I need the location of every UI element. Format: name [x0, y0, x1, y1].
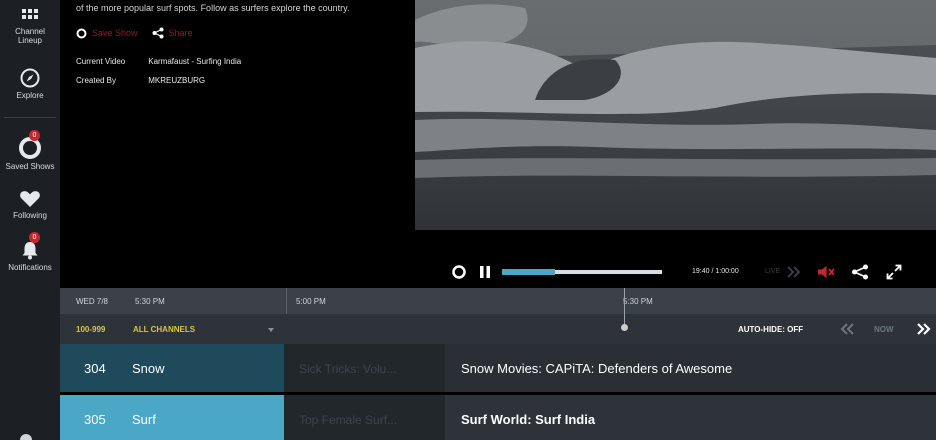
heart-icon	[20, 191, 40, 207]
now-marker	[621, 324, 628, 331]
time-tick	[286, 288, 287, 314]
show-actions: Save Show Share	[76, 27, 207, 39]
past-program[interactable]: Top Female Surf...	[284, 395, 445, 440]
guide-time-slot: 5:00 PM	[296, 297, 326, 306]
fast-forward-icon[interactable]	[917, 323, 931, 335]
video-frame[interactable]	[415, 0, 936, 230]
save-show-label: Save Show	[92, 28, 138, 38]
settings-icon[interactable]	[18, 432, 34, 440]
time-display: 19:40 / 1:00:00	[692, 268, 739, 275]
fullscreen-icon[interactable]	[886, 264, 902, 280]
guide-time-slot: 5:30 PM	[135, 297, 165, 306]
rewind-icon[interactable]	[840, 323, 854, 335]
current-program[interactable]: Snow Movies: CAPiTA: Defenders of Awesom…	[445, 344, 936, 392]
guide-date: WED 7/8	[76, 297, 109, 306]
saved-shows-badge: 0	[29, 130, 40, 141]
sidebar-item-label: Notifications	[8, 263, 52, 272]
row-divider	[60, 392, 936, 395]
mute-icon[interactable]	[817, 265, 837, 279]
progress-bar[interactable]	[502, 269, 662, 275]
channel-cell-surf[interactable]: 305 Surf	[60, 395, 284, 440]
pause-icon[interactable]	[479, 265, 491, 279]
share-icon[interactable]	[851, 264, 869, 280]
channel-cell-snow[interactable]: 304 Snow	[60, 344, 284, 392]
channel-name: Snow	[132, 361, 165, 376]
guide-time-slot: 5:30 PM	[623, 297, 653, 306]
progress-fill	[502, 269, 555, 275]
now-line	[624, 288, 625, 328]
chevron-down-icon[interactable]	[268, 328, 274, 332]
sidebar-item-label: Following	[13, 211, 47, 220]
current-video-label: Current Video	[76, 57, 126, 66]
sidebar-item-explore[interactable]: Explore	[0, 68, 60, 100]
current-video-value: Karmafaust - Surfing India	[148, 57, 242, 66]
channel-name: Surf	[132, 412, 156, 427]
grid-icon	[22, 9, 38, 19]
sidebar-divider	[4, 117, 56, 118]
now-button[interactable]: NOW	[874, 325, 894, 334]
sidebar-item-following[interactable]: Following	[0, 190, 60, 220]
live-button[interactable]: LIVE	[765, 268, 780, 275]
channel-range[interactable]: 100-999	[76, 325, 105, 334]
notifications-badge: 0	[29, 232, 40, 243]
save-show-button[interactable]: Save Show	[76, 28, 138, 39]
auto-hide-toggle[interactable]: AUTO-HIDE: OFF	[738, 325, 803, 334]
guide-time-bar: WED 7/8 5:30 PM 5:00 PM 5:30 PM	[60, 288, 936, 314]
sidebar-item-notifications[interactable]: Notifications 0	[0, 232, 60, 272]
created-by-row: Created By MKREUZBURG	[76, 76, 205, 85]
sidebar-item-label: Explore	[16, 91, 44, 100]
current-video-row: Current Video Karmafaust - Surfing India	[76, 57, 241, 66]
created-by-label: Created By	[76, 76, 117, 85]
created-by-value: MKREUZBURG	[148, 76, 206, 85]
player-controls: 19:40 / 1:00:00 LIVE	[415, 230, 936, 288]
guide-filter-bar: 100-999 ALL CHANNELS AUTO-HIDE: OFF NOW	[60, 314, 936, 344]
saved-shows-icon	[19, 137, 41, 159]
channel-filter-dropdown[interactable]: ALL CHANNELS	[133, 325, 195, 334]
show-description: of the more popular surf spots. Follow a…	[76, 3, 350, 13]
sidebar-item-channel-lineup[interactable]: Channel Lineup	[0, 8, 60, 45]
table-row[interactable]: 305 Surf Top Female Surf... Surf World: …	[60, 395, 936, 440]
compass-icon	[20, 68, 40, 88]
save-show-icon	[76, 28, 87, 38]
current-program[interactable]: Surf World: Surf India	[445, 395, 936, 440]
bell-icon	[22, 242, 38, 260]
sidebar: Channel Lineup Explore Saved Shows 0 Fol…	[0, 0, 60, 440]
past-program[interactable]: Sick Tricks: Volu...	[284, 344, 445, 392]
channel-number: 304	[84, 361, 106, 376]
table-row[interactable]: 304 Snow Sick Tricks: Volu... Snow Movie…	[60, 344, 936, 392]
channel-number: 305	[84, 412, 106, 427]
share-button[interactable]: Share	[152, 27, 193, 39]
share-label: Share	[168, 28, 193, 38]
show-info-panel: of the more popular surf spots. Follow a…	[60, 0, 415, 288]
sidebar-item-label: Channel Lineup	[15, 27, 45, 45]
sidebar-item-saved-shows[interactable]: Saved Shows 0	[0, 130, 60, 171]
stop-icon[interactable]	[452, 265, 466, 279]
surf-video-image	[415, 0, 936, 230]
share-icon	[152, 27, 164, 39]
skip-forward-icon[interactable]	[787, 266, 801, 278]
sidebar-item-label: Saved Shows	[5, 162, 55, 171]
